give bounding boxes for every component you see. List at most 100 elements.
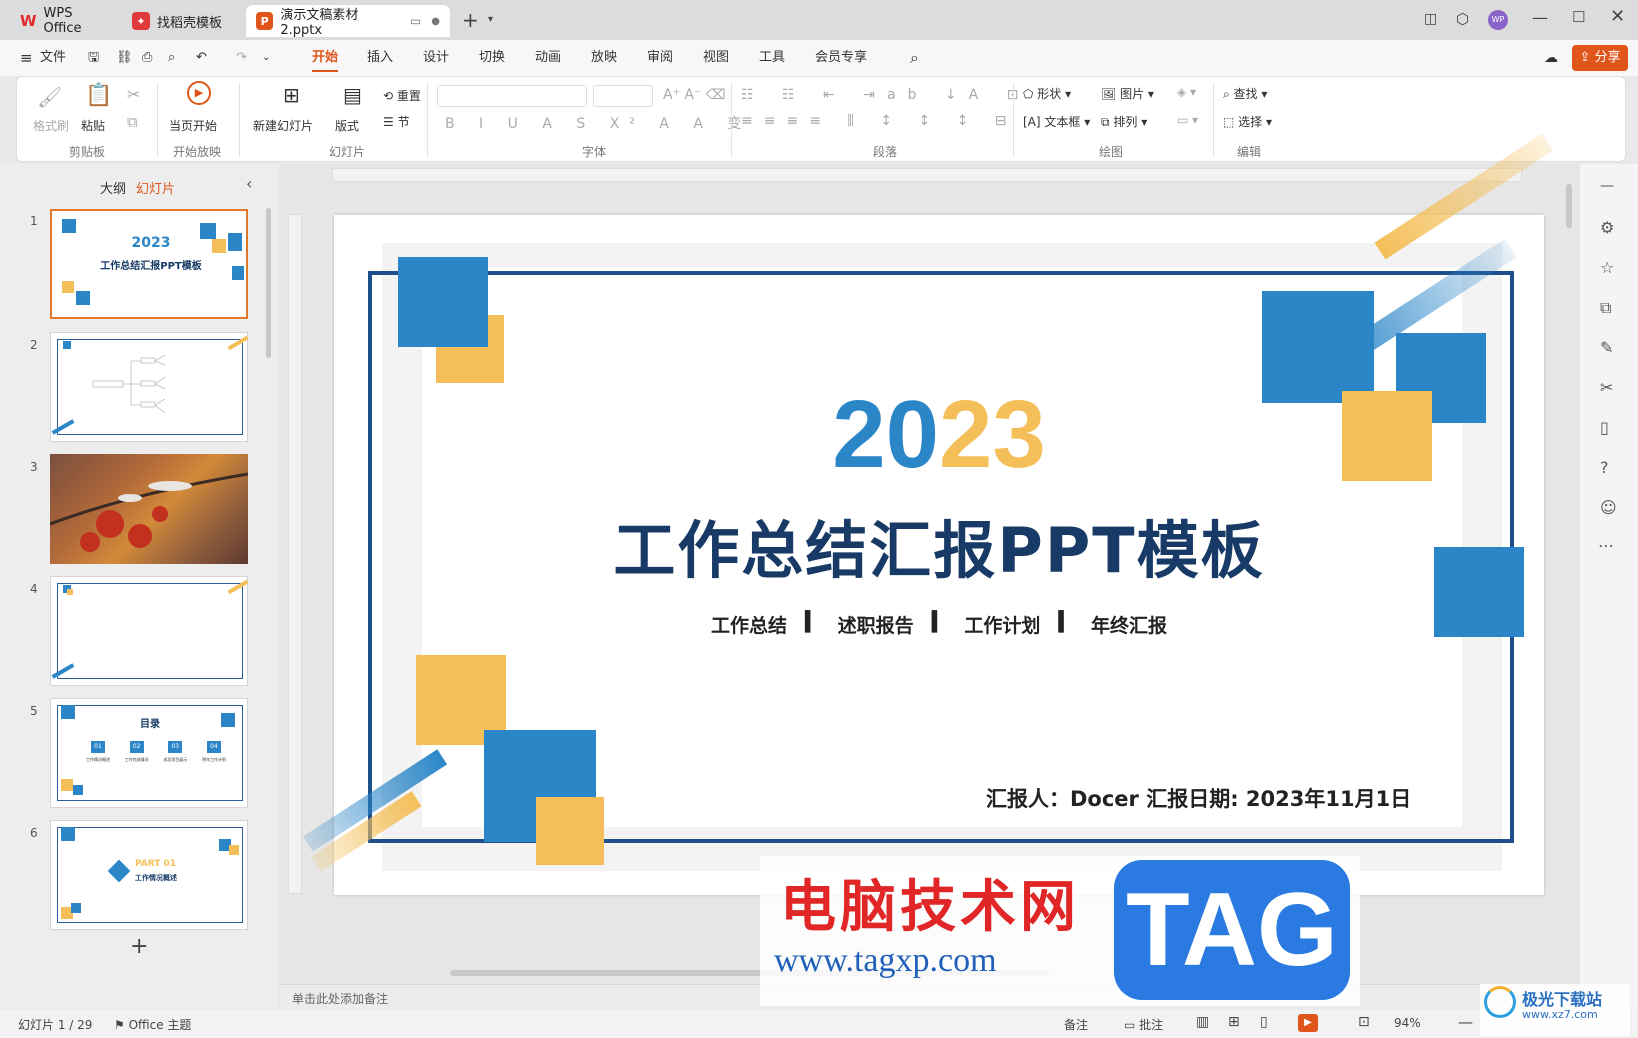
tab-template[interactable]: ✦ 找稻壳模板 — [122, 5, 240, 37]
new-slide-icon[interactable]: ⊞ — [283, 83, 300, 107]
vertical-scrollbar[interactable] — [1566, 184, 1572, 228]
file-menu[interactable]: 文件 — [40, 40, 66, 76]
monitor-icon[interactable]: ▭ — [410, 14, 421, 28]
reading-view-icon[interactable]: ▯ — [1260, 1014, 1268, 1030]
cloud-icon[interactable]: ☁ — [1544, 40, 1558, 76]
fit-icon[interactable]: ⊡ — [1358, 1014, 1370, 1030]
tools-icon[interactable]: ✂ — [1600, 378, 1613, 397]
cut-icon[interactable]: ✂ — [127, 85, 140, 104]
arrange-button[interactable]: ⧉ 排列 ▾ — [1101, 113, 1147, 130]
panel-scrollbar[interactable] — [266, 208, 271, 358]
layout-icon[interactable]: ◫ — [1424, 11, 1437, 27]
comments-button[interactable]: ▭ 批注 — [1124, 1016, 1163, 1033]
tab-insert[interactable]: 插入 — [367, 40, 393, 76]
theme-indicator[interactable]: ⚑ Office 主题 — [114, 1016, 191, 1033]
tab-document[interactable]: P 演示文稿素材2.pptx ▭ ● — [246, 5, 450, 38]
slides-tab[interactable]: 幻灯片 — [136, 178, 175, 197]
tab-animation[interactable]: 动画 — [535, 40, 561, 76]
paste-icon[interactable]: 📋 — [85, 83, 112, 108]
section-button[interactable]: ☰ 节 — [383, 113, 410, 130]
help-icon[interactable]: ? — [1600, 458, 1609, 477]
tab-review[interactable]: 审阅 — [647, 40, 673, 76]
slide-thumb-1[interactable]: 2023 工作总结汇报PPT模板 — [50, 209, 248, 319]
copy-icon[interactable]: ⧉ — [127, 113, 138, 131]
tab-wps-office[interactable]: W WPS Office — [10, 5, 118, 37]
tab-transition[interactable]: 切换 — [479, 40, 505, 76]
play-slideshow-icon[interactable]: ▶ — [1298, 1014, 1318, 1032]
format-brush-button[interactable]: 格式刷 — [33, 117, 69, 134]
book-icon[interactable]: ▯ — [1600, 418, 1609, 437]
reset-button[interactable]: ⟲ 重置 — [383, 87, 421, 104]
play-icon[interactable]: ▶ — [187, 81, 211, 105]
zoom-level[interactable]: 94% — [1394, 1016, 1421, 1030]
collapse-icon[interactable]: ‹ — [246, 174, 252, 193]
cube-icon[interactable]: ⬡ — [1456, 10, 1469, 28]
paste-button[interactable]: 粘贴 — [81, 117, 105, 134]
notes-button[interactable]: 备注 — [1064, 1016, 1088, 1033]
more-icon[interactable]: ⋯ — [1598, 536, 1614, 555]
outline-icon[interactable]: ▭ ▾ — [1177, 113, 1198, 127]
star-icon[interactable]: ☆ — [1600, 258, 1614, 277]
fill-icon[interactable]: ◈ ▾ — [1177, 85, 1196, 99]
chevron-down-icon[interactable]: ▾ — [488, 14, 493, 25]
layout-icon[interactable]: ▤ — [343, 83, 362, 107]
sorter-view-icon[interactable]: ⊞ — [1228, 1014, 1240, 1030]
font-style-icons[interactable]: B I U A S X² A A 变 — [445, 113, 751, 133]
textbox-button[interactable]: [A] 文本框 ▾ — [1023, 113, 1090, 130]
tab-design[interactable]: 设计 — [423, 40, 449, 76]
picture-button[interactable]: 🖼 图片 ▾ — [1101, 85, 1154, 102]
align-icons[interactable]: ≡≡≡≡ ⫼ ↕ ↕ ↕ ⊟ — [741, 113, 1018, 129]
settings-sliders-icon[interactable]: ⚙ — [1600, 218, 1614, 237]
outline-tab[interactable]: 大纲 — [100, 178, 126, 197]
print-icon[interactable]: ⎙ — [142, 40, 152, 76]
font-grow-icon[interactable]: A⁺ A⁻ ⌫ — [663, 87, 726, 103]
close-icon[interactable]: ✕ — [1610, 6, 1625, 27]
new-slide-button[interactable]: 新建幻灯片 — [253, 117, 313, 134]
search-icon[interactable]: ⌕ — [910, 40, 919, 76]
slide-title[interactable]: 工作总结汇报PPT模板 — [334, 500, 1544, 590]
slide-year[interactable]: 2023 — [334, 385, 1544, 485]
collapse-right-icon[interactable]: — — [1600, 178, 1614, 194]
hamburger-icon[interactable]: ≡ — [20, 40, 33, 76]
find-button[interactable]: ⌕ 查找 ▾ — [1223, 85, 1267, 102]
layout-button[interactable]: 版式 — [335, 117, 359, 134]
font-size-select[interactable] — [593, 85, 653, 107]
redo-icon[interactable]: ↷ — [236, 40, 247, 76]
new-tab-icon[interactable]: + — [462, 8, 479, 32]
slide-reporter[interactable]: 汇报人：Docer 汇报日期: 2023年11月1日 — [986, 783, 1411, 813]
play-current-button[interactable]: 当页开始 — [169, 117, 217, 134]
text-direction-icons[interactable]: ab ↓A ⊡ — [887, 87, 1030, 103]
zoom-out-icon[interactable]: — — [1458, 1013, 1473, 1031]
preview-icon[interactable]: ⌕ — [168, 40, 175, 76]
copy-icon[interactable]: ⧉ — [1600, 298, 1611, 318]
tab-tools[interactable]: 工具 — [759, 40, 785, 76]
tab-home[interactable]: 开始 — [312, 40, 339, 76]
slide-tags[interactable]: 工作总结 ▍ 述职报告 ▍ 工作计划 ▍ 年终汇报 — [334, 611, 1544, 638]
pen-icon[interactable]: ✎ — [1600, 338, 1613, 357]
save-icon[interactable]: 🖫 — [88, 40, 99, 76]
undo-icon[interactable]: ↶ — [196, 40, 207, 76]
tab-slideshow[interactable]: 放映 — [591, 40, 617, 76]
font-family-select[interactable] — [437, 85, 587, 107]
slide-thumb-4[interactable] — [50, 576, 249, 686]
tab-member[interactable]: 会员专享 — [815, 40, 867, 76]
select-button[interactable]: ⬚ 选择 ▾ — [1223, 113, 1272, 130]
link-icon[interactable]: ⛓ — [116, 40, 133, 76]
normal-view-icon[interactable]: ▥ — [1196, 1014, 1209, 1030]
list-icons[interactable]: ☷ ☷ ⇤ ⇥ — [741, 87, 887, 103]
add-slide-button[interactable]: + — [130, 934, 148, 959]
avatar[interactable]: WP — [1488, 10, 1508, 30]
shape-button[interactable]: ⬠ 形状 ▾ — [1023, 85, 1071, 102]
share-button[interactable]: ⇪ 分享 — [1572, 45, 1628, 71]
slide-thumb-3[interactable] — [50, 454, 248, 564]
slide-canvas[interactable]: 2023 工作总结汇报PPT模板 工作总结 ▍ 述职报告 ▍ 工作计划 ▍ 年终汇报 … — [303, 133, 1554, 895]
slide-thumb-5[interactable]: 目录 01 工作情况概述 02 工作完成情况 03 成功项目展示 04 明年工作计划 — [50, 698, 248, 808]
robot-icon[interactable]: ☺ — [1600, 498, 1617, 517]
maximize-icon[interactable]: ☐ — [1572, 8, 1585, 26]
more-chevron-icon[interactable]: ⌄ — [262, 40, 270, 76]
format-brush-icon[interactable]: 🖌 — [37, 85, 62, 109]
slide-thumb-2[interactable] — [50, 332, 249, 442]
minimize-icon[interactable]: — — [1532, 8, 1548, 27]
slide-thumb-6[interactable]: PART 01 工作情况概述 — [50, 820, 248, 930]
tab-view[interactable]: 视图 — [703, 40, 729, 76]
